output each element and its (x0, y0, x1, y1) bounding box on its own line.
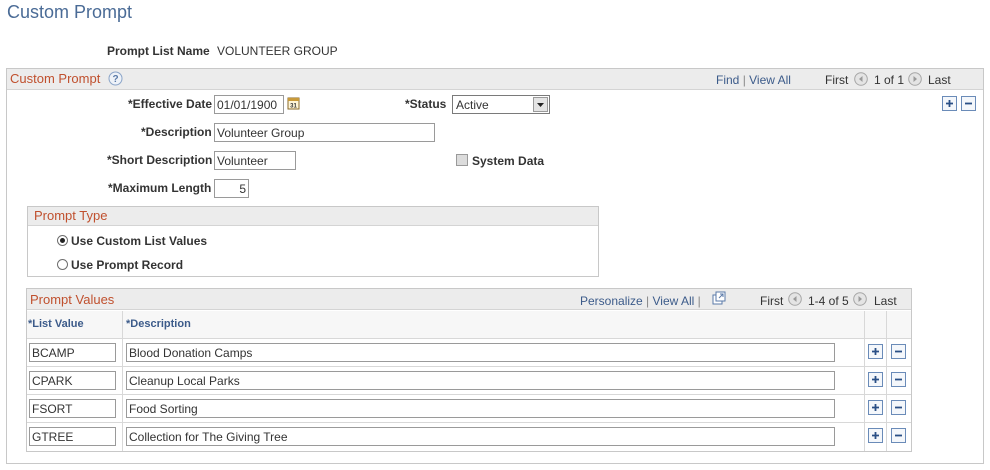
custom-prompt-section-title: Custom Prompt (10, 71, 101, 86)
last-label: Last (874, 294, 897, 308)
column-header-list-value: *List Value (28, 318, 84, 330)
view-all-link[interactable]: View All (653, 294, 695, 308)
use-prompt-record-label: Use Prompt Record (71, 258, 184, 272)
add-row-button[interactable] (942, 96, 957, 111)
description-input[interactable] (126, 427, 835, 446)
grid-divider (122, 311, 123, 451)
question-circle-icon[interactable]: ? (108, 71, 123, 86)
maximum-length-input[interactable] (214, 179, 249, 198)
chevron-down-icon[interactable] (533, 97, 548, 112)
grid-popup-icon[interactable] (712, 291, 726, 308)
plus-icon (946, 100, 953, 107)
description-label: *Description (141, 125, 212, 139)
plus-icon (872, 432, 879, 439)
prompt-list-name-value: VOLUNTEER GROUP (217, 44, 338, 58)
description-input[interactable] (126, 371, 835, 390)
plus-icon (872, 404, 879, 411)
status-select[interactable]: Active (452, 95, 550, 114)
add-row-button[interactable] (868, 372, 883, 387)
minus-icon (895, 434, 902, 437)
grid-divider (27, 338, 911, 339)
list-value-input[interactable] (29, 343, 116, 362)
list-value-input[interactable] (29, 399, 116, 418)
last-label: Last (928, 73, 951, 87)
svg-text:?: ? (112, 74, 118, 85)
effective-date-label: *Effective Date (128, 97, 213, 111)
grid-divider (27, 394, 911, 395)
list-value-input[interactable] (29, 371, 116, 390)
grid-divider (27, 366, 911, 367)
description-input[interactable] (126, 399, 835, 418)
prompt-type-title: Prompt Type (34, 208, 108, 223)
effective-date-input[interactable] (214, 95, 284, 114)
plus-icon (872, 376, 879, 383)
delete-row-button[interactable] (891, 428, 906, 443)
minus-icon (895, 406, 902, 409)
use-custom-list-values-radio[interactable] (57, 235, 68, 246)
previous-arrow-icon[interactable] (788, 292, 802, 309)
description-input[interactable] (126, 343, 835, 362)
personalize-link[interactable]: Personalize (580, 294, 643, 308)
status-label: *Status (405, 97, 447, 111)
grid-divider (864, 311, 865, 451)
minus-icon (895, 350, 902, 353)
first-label: First (825, 73, 849, 87)
add-row-button[interactable] (868, 400, 883, 415)
prompt-values-nav: Personalize | View All | (580, 294, 701, 308)
prompt-type-header-bar (28, 207, 598, 226)
nav-separator: | (697, 294, 701, 308)
maximum-length-label: *Maximum Length (108, 181, 212, 195)
minus-icon (965, 102, 972, 105)
previous-arrow-icon[interactable] (854, 72, 868, 89)
delete-row-button[interactable] (891, 400, 906, 415)
use-custom-list-values-label: Use Custom List Values (71, 234, 208, 248)
list-value-input[interactable] (29, 427, 116, 446)
delete-row-button[interactable] (891, 344, 906, 359)
short-description-input[interactable] (214, 151, 296, 170)
first-label: First (760, 294, 784, 308)
next-arrow-icon[interactable] (853, 292, 867, 309)
plus-icon (872, 348, 879, 355)
description-input[interactable] (214, 123, 435, 142)
page-title: Custom Prompt (7, 2, 133, 22)
short-description-label: *Short Description (107, 153, 213, 167)
custom-prompt-nav: Find | View All (716, 73, 791, 87)
grid-divider (27, 422, 911, 423)
row-count: 1-4 of 5 (808, 294, 849, 308)
system-data-checkbox[interactable] (456, 154, 468, 166)
calendar-icon[interactable]: 31 (287, 96, 300, 113)
next-arrow-icon[interactable] (908, 72, 922, 89)
add-row-button[interactable] (868, 344, 883, 359)
find-link[interactable]: Find (716, 73, 739, 87)
svg-text:31: 31 (290, 104, 297, 110)
prompt-values-title: Prompt Values (30, 292, 115, 307)
delete-row-button[interactable] (891, 372, 906, 387)
add-row-button[interactable] (868, 428, 883, 443)
minus-icon (895, 378, 902, 381)
prompt-list-name-label: Prompt List Name (107, 44, 210, 58)
status-selected-value: Active (456, 98, 489, 112)
view-all-link[interactable]: View All (749, 73, 791, 87)
delete-row-button[interactable] (961, 96, 976, 111)
grid-divider (886, 311, 887, 451)
system-data-label: System Data (472, 154, 545, 168)
row-count: 1 of 1 (874, 73, 905, 87)
use-prompt-record-radio[interactable] (57, 259, 68, 270)
column-header-description: *Description (126, 318, 191, 330)
